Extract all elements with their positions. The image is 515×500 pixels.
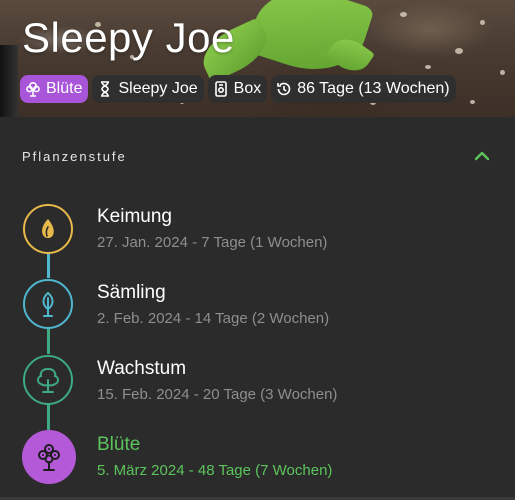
chevron-up-icon[interactable] xyxy=(472,149,492,163)
stage-detail: 15. Feb. 2024 - 20 Tage (3 Wochen) xyxy=(97,386,338,403)
soil-speck xyxy=(480,20,485,25)
soil-speck xyxy=(400,12,407,17)
chip-age[interactable]: 86 Tage (13 Wochen) xyxy=(271,75,456,103)
flower-tree-icon xyxy=(38,444,60,471)
stage-marker-wachstum xyxy=(23,355,73,405)
seed-icon xyxy=(42,219,54,238)
chip-strain-label: Sleepy Joe xyxy=(118,80,198,97)
stage-marker-saemling xyxy=(23,279,73,329)
stage-detail: 27. Jan. 2024 - 7 Tage (1 Wochen) xyxy=(97,234,328,251)
plant-tags: Blüte Sleepy Joe Box 86 Tage (13 Wochen) xyxy=(20,75,456,103)
stage-marker-bluete xyxy=(22,430,76,484)
soil-speck xyxy=(500,70,505,75)
tree-icon xyxy=(37,367,59,393)
box-icon xyxy=(214,81,227,97)
chip-stage[interactable]: Blüte xyxy=(20,75,89,103)
flower-icon xyxy=(26,81,40,97)
timeline-connector xyxy=(47,329,50,354)
stage-name: Keimung xyxy=(97,206,172,227)
soil-speck xyxy=(455,48,463,54)
section-title: Pflanzenstufe xyxy=(22,148,127,164)
pot-edge xyxy=(0,45,18,117)
stage-detail: 2. Feb. 2024 - 14 Tage (2 Wochen) xyxy=(97,310,330,327)
stage-name-current: Blüte xyxy=(97,434,141,455)
hourglass-icon xyxy=(101,81,110,97)
chip-age-label: 86 Tage (13 Wochen) xyxy=(297,80,450,97)
stage-detail-current: 5. März 2024 - 48 Tage (7 Wochen) xyxy=(97,462,333,479)
section-header[interactable]: Pflanzenstufe xyxy=(22,145,492,167)
seedling-leaf-icon xyxy=(42,291,54,317)
soil-speck xyxy=(425,65,431,69)
history-icon xyxy=(277,82,291,96)
plant-title: Sleepy Joe xyxy=(22,14,235,61)
timeline-connector xyxy=(47,405,50,430)
chip-location-label: Box xyxy=(233,80,262,97)
timeline-connector xyxy=(47,254,50,278)
stage-name: Wachstum xyxy=(97,358,187,379)
chip-strain[interactable]: Sleepy Joe xyxy=(92,75,204,103)
soil-speck xyxy=(470,100,475,104)
chip-stage-label: Blüte xyxy=(46,80,83,97)
chip-location[interactable]: Box xyxy=(207,75,268,103)
stage-name: Sämling xyxy=(97,282,166,303)
stage-marker-keimung xyxy=(23,204,73,254)
